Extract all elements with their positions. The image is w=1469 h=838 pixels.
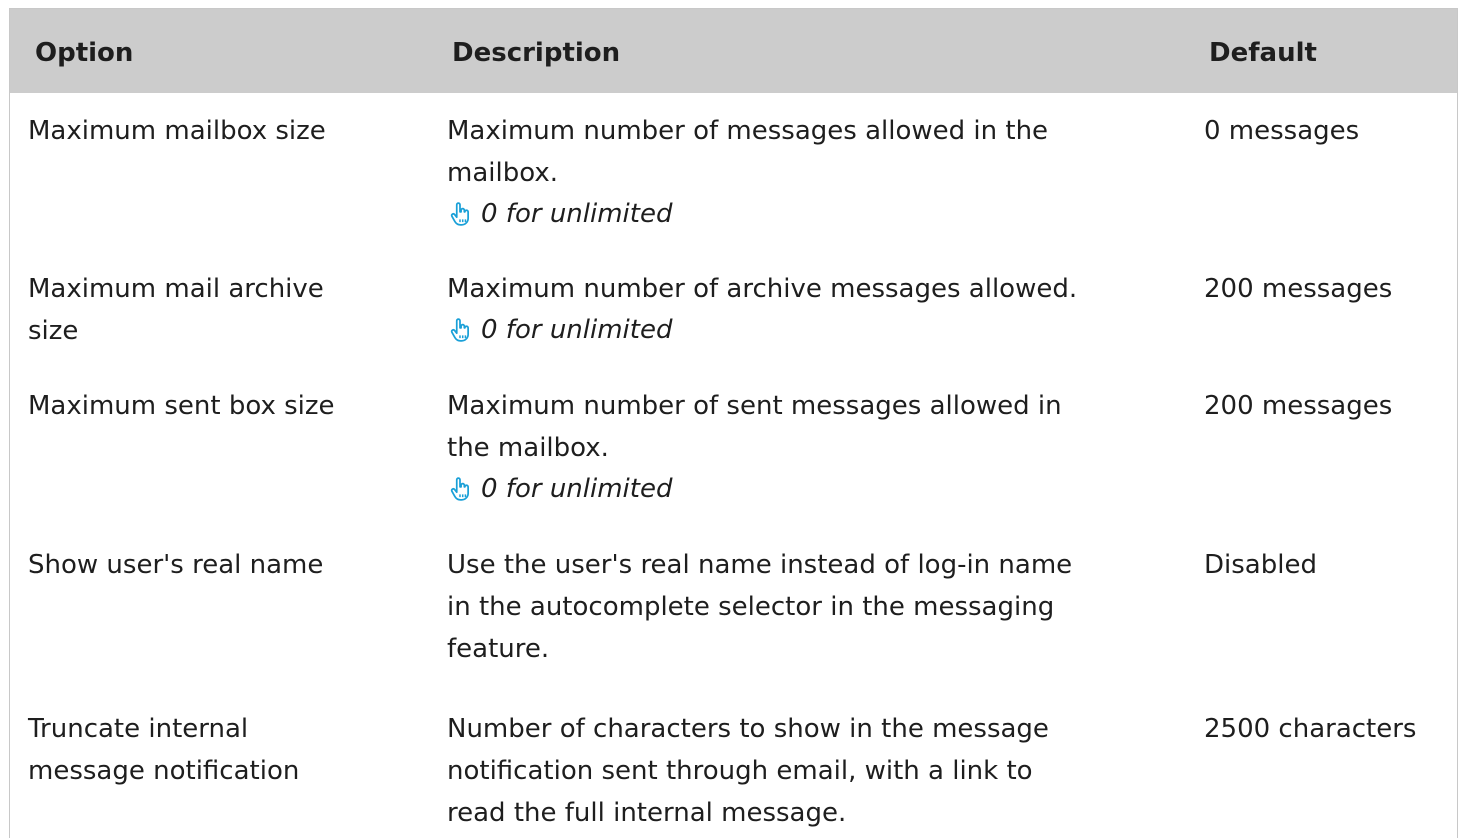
option-name: Maximum mailbox size — [28, 116, 326, 146]
option-default: 200 messages — [1204, 274, 1393, 304]
pointing-hand-icon — [450, 202, 469, 226]
option-name: Show user's real name — [28, 550, 324, 580]
header-description: Description — [452, 38, 621, 68]
option-description: Number of characters to show in the mess… — [447, 714, 1049, 828]
note: 0 for unlimited — [447, 469, 1177, 509]
note: 0 for unlimited — [447, 310, 1177, 350]
option-default: 0 messages — [1204, 116, 1360, 146]
option-name: Truncate internal message notification — [28, 714, 300, 786]
option-name: Maximum sent box size — [28, 391, 335, 421]
option-default: Disabled — [1204, 550, 1317, 580]
option-description: Maximum number of archive messages allow… — [447, 268, 1177, 350]
pointing-hand-icon — [450, 318, 469, 342]
option-description: Maximum number of messages allowed in th… — [447, 110, 1177, 234]
pointing-hand-icon — [450, 477, 469, 501]
table-header: Option Description Default — [10, 9, 1457, 93]
option-description: Maximum number of sent messages allowed … — [447, 385, 1177, 509]
header-option: Option — [35, 38, 134, 68]
header-default: Default — [1209, 38, 1317, 68]
option-default: 2500 characters — [1204, 714, 1417, 744]
option-description: Use the user's real name instead of log-… — [447, 550, 1073, 664]
option-default: 200 messages — [1204, 391, 1393, 421]
options-table: Option Description Default Maximum mailb… — [9, 8, 1458, 838]
option-name: Maximum mail archive size — [28, 274, 324, 346]
note: 0 for unlimited — [447, 194, 1177, 234]
